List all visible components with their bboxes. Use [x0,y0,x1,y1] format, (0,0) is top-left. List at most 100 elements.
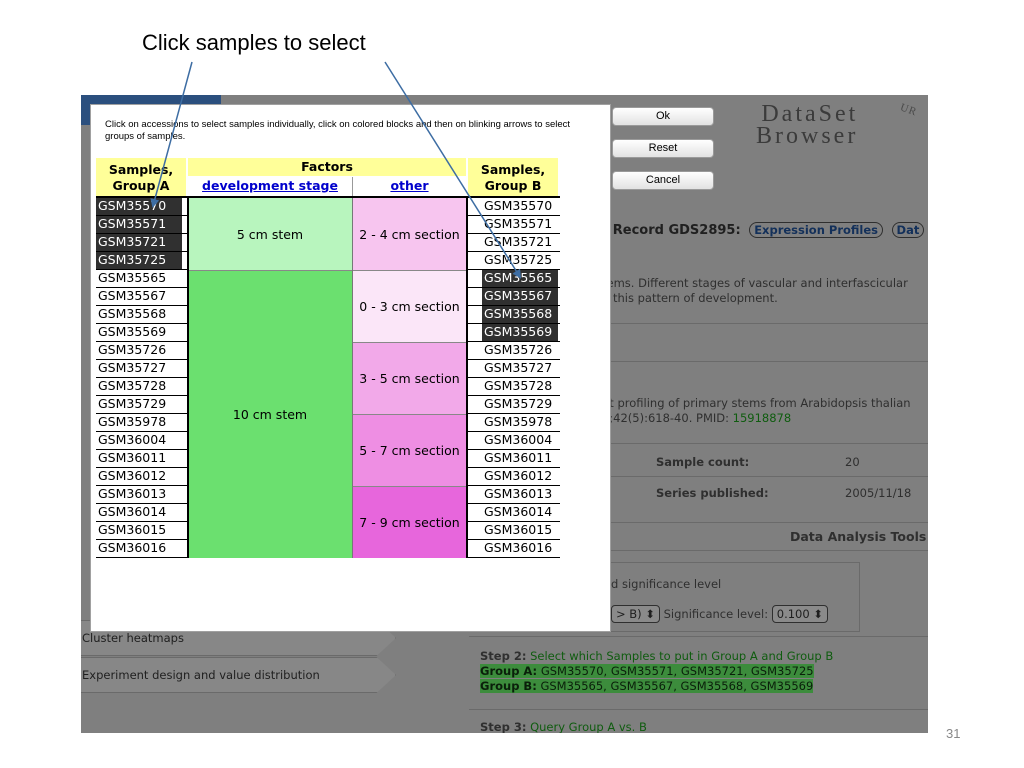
data-pill[interactable]: Dat [891,222,925,238]
step1-controls: > B) ⬍ Significance level: 0.100 ⬍ [611,605,828,623]
step2-label: Step 2: [480,649,527,663]
development-stage-block[interactable]: 10 cm stem [188,270,352,558]
step3-text: Query Group A vs. B [530,720,647,733]
group-a-value: GSM35570, GSM35571, GSM35721, GSM35725 [540,664,814,678]
group-a-highlight: Group A: GSM35570, GSM35571, GSM35721, G… [480,664,814,678]
sample-count-value: 20 [845,455,860,469]
data-analysis-tools-title: Data Analysis Tools [790,529,927,544]
significance-select-value: 0.100 [776,607,810,621]
comparison-select[interactable]: > B) ⬍ [611,605,660,623]
group-b-sample[interactable]: GSM36016 [482,540,558,557]
group-a-sample[interactable]: GSM35571 [96,216,182,233]
group-b-sample[interactable]: GSM36004 [482,432,558,449]
column-divider [466,198,468,558]
group-b-line: Group B: GSM35565, GSM35567, GSM35568, G… [480,679,814,693]
group-a-sample[interactable]: GSM36014 [96,504,182,521]
block-divider [353,270,466,271]
record-title: t Record GDS2895: Expression Profiles Da… [602,222,925,238]
other-factor-block[interactable]: 5 - 7 cm section [353,414,466,486]
group-b-sample[interactable]: GSM35725 [482,252,558,269]
group-b-sample[interactable]: GSM35726 [482,342,558,359]
other-link[interactable]: other [390,178,428,193]
column-divider [352,198,353,558]
other-factor-block[interactable]: 7 - 9 cm section [353,486,466,558]
group-a-sample[interactable]: GSM35729 [96,396,182,413]
other-factor-block[interactable]: 2 - 4 cm section [353,198,466,270]
group-a-sample[interactable]: GSM36016 [96,540,182,557]
group-a-sample[interactable]: GSM36011 [96,450,182,467]
group-b-sample[interactable]: GSM35727 [482,360,558,377]
group-a-sample[interactable]: GSM35721 [96,234,182,251]
block-divider [353,342,466,343]
pmid-link[interactable]: 15918878 [733,411,792,425]
group-b-sample[interactable]: GSM36014 [482,504,558,521]
group-b-sample[interactable]: GSM36012 [482,468,558,485]
reset-button[interactable]: Reset [612,139,714,158]
group-a-sample[interactable]: GSM35568 [96,306,182,323]
summary-line-2: g this pattern of development. [602,291,778,305]
group-a-sample[interactable]: GSM35567 [96,288,182,305]
step3-label: Step 3: [480,720,527,733]
select-arrows-icon: ⬍ [813,607,823,621]
group-b-sample[interactable]: GSM35567 [482,288,558,305]
group-b-value: GSM35565, GSM35567, GSM35568, GSM35569 [540,679,814,693]
development-stage-link[interactable]: development stage [202,178,338,193]
group-a-sample[interactable]: GSM36012 [96,468,182,485]
group-a-label: Group A: [480,664,538,678]
logo-corner-text: UR [898,101,919,119]
header-underline [96,196,560,198]
group-a-sample[interactable]: GSM36013 [96,486,182,503]
group-a-sample[interactable]: GSM35727 [96,360,182,377]
group-a-sample[interactable]: GSM35570 [96,198,182,215]
record-title-text: t Record GDS2895: [602,223,741,238]
step1-text: d significance level [611,577,722,591]
header-development-stage: development stage [188,177,352,197]
header-other: other [353,177,466,197]
development-stage-block[interactable]: 5 cm stem [188,198,352,270]
row-underline [96,557,188,558]
group-b-sample[interactable]: GSM35978 [482,414,558,431]
header-samples-group-a: Samples, Group A [96,158,186,197]
row-underline [468,557,560,558]
significance-select[interactable]: 0.100 ⬍ [771,605,828,623]
slide-caption: Click samples to select [142,30,366,55]
group-a-sample[interactable]: GSM35726 [96,342,182,359]
group-a-sample[interactable]: GSM36015 [96,522,182,539]
group-b-sample[interactable]: GSM35729 [482,396,558,413]
ok-button[interactable]: Ok [612,107,714,126]
other-factor-block[interactable]: 3 - 5 cm section [353,342,466,414]
series-published-value: 2005/11/18 [845,486,912,500]
other-factor-block[interactable]: 0 - 3 cm section [353,270,466,342]
group-a-sample[interactable]: GSM35978 [96,414,182,431]
citation-line-1: pt profiling of primary stems from Arabi… [602,396,911,410]
divider [602,361,928,362]
series-published-label: Series published: [656,486,769,500]
group-b-sample[interactable]: GSM35728 [482,378,558,395]
group-a-sample[interactable]: GSM35728 [96,378,182,395]
group-b-sample[interactable]: GSM35569 [482,324,558,341]
step2-text: Select which Samples to put in Group A a… [530,649,834,663]
group-b-sample[interactable]: GSM35570 [482,198,558,215]
group-b-sample[interactable]: GSM35568 [482,306,558,323]
group-b-sample[interactable]: GSM35565 [482,270,558,287]
cancel-button[interactable]: Cancel [612,171,714,190]
group-b-sample[interactable]: GSM35721 [482,234,558,251]
group-a-sample[interactable]: GSM35565 [96,270,182,287]
sidebar-item-experiment-design[interactable]: Experiment design and value distribution [81,657,396,693]
group-b-sample[interactable]: GSM36015 [482,522,558,539]
logo-line-1: DataSet [761,101,859,127]
group-a-sample[interactable]: GSM35725 [96,252,182,269]
divider [602,443,928,444]
group-a-sample[interactable]: GSM35569 [96,324,182,341]
block-divider [353,486,466,487]
expression-profiles-pill[interactable]: Expression Profiles [749,222,883,238]
block-divider [353,414,466,415]
group-a-sample[interactable]: GSM36004 [96,432,182,449]
group-b-sample[interactable]: GSM35571 [482,216,558,233]
column-divider [187,198,189,558]
group-b-sample[interactable]: GSM36013 [482,486,558,503]
dataset-browser-logo: DataSet Browser UR [756,101,919,148]
divider [469,709,928,710]
group-b-sample[interactable]: GSM36011 [482,450,558,467]
sample-count-label: Sample count: [656,455,750,469]
